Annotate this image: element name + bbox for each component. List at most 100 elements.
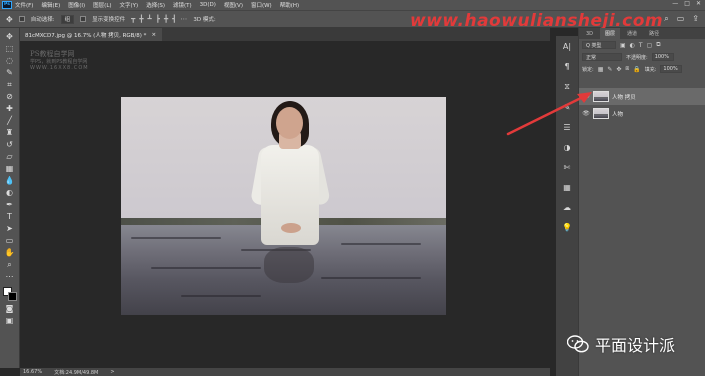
document-tab[interactable]: 81cMXCD7.jpg @ 16.7% (人物 拷贝, RGB/8) * × xyxy=(20,28,163,41)
eraser-tool-icon[interactable]: ▱ xyxy=(4,152,16,161)
libraries-panel-icon[interactable]: ☁ xyxy=(563,203,571,212)
menu-view[interactable]: 视图(V) xyxy=(224,1,243,9)
gradient-tool-icon[interactable]: ▦ xyxy=(4,164,16,173)
eye-icon[interactable]: 👁 xyxy=(582,110,590,117)
type-tool-icon[interactable]: T xyxy=(4,212,16,221)
auto-select-dropdown[interactable]: 组 xyxy=(60,14,75,24)
brush-tool-icon[interactable]: ╱ xyxy=(4,116,16,125)
align-top-icon[interactable]: ┳ xyxy=(131,15,135,23)
lock-move-icon[interactable]: ✥ xyxy=(616,66,621,73)
adjustments-panel-icon[interactable]: ◑ xyxy=(564,143,571,152)
menu-image[interactable]: 图像(I) xyxy=(68,1,85,9)
show-transform-checkbox[interactable] xyxy=(80,16,87,22)
layer-row[interactable]: 👁 人物 xyxy=(579,105,705,122)
eyedropper-tool-icon[interactable]: ⊘ xyxy=(4,92,16,101)
distribute-icon[interactable]: ⋯ xyxy=(180,15,187,23)
blend-row: 正常 不透明度: 100% xyxy=(579,51,705,63)
path-select-tool-icon[interactable]: ➤ xyxy=(4,224,16,233)
swatches-panel-icon[interactable]: ▦ xyxy=(563,183,571,192)
menu-3d[interactable]: 3D(D) xyxy=(200,2,216,8)
menu-select[interactable]: 选择(S) xyxy=(146,1,165,9)
tool-presets-icon[interactable]: ✄ xyxy=(564,163,571,172)
align-vcenter-icon[interactable]: ╋ xyxy=(139,15,143,23)
lasso-tool-icon[interactable]: ◌ xyxy=(4,56,16,65)
marquee-tool-icon[interactable]: ⬚ xyxy=(4,44,16,53)
menu-file[interactable]: 文件(F) xyxy=(15,1,33,9)
fill-input[interactable]: 100% xyxy=(660,65,683,73)
layer-kind-filter[interactable]: Q 类型 xyxy=(582,41,616,49)
text-filter-icon[interactable]: T xyxy=(639,42,643,49)
lock-artboard-icon[interactable]: ⧈ xyxy=(625,65,629,73)
layer-name: 人物 拷贝 xyxy=(612,94,636,101)
status-bar: 16.67% 文档:24.9M/49.8M > xyxy=(20,368,550,376)
history-panel-icon[interactable]: ⧖ xyxy=(564,82,570,92)
blur-tool-icon[interactable]: 💧 xyxy=(4,176,16,185)
align-bottom-icon[interactable]: ┻ xyxy=(148,15,152,23)
screen-mode-icon[interactable]: ▣ xyxy=(4,316,16,325)
filter-row: Q 类型 ▣ ◐ T ▢ ⧉ xyxy=(579,39,705,51)
shape-tool-icon[interactable]: ▭ xyxy=(4,236,16,245)
pen-tool-icon[interactable]: ✒ xyxy=(4,200,16,209)
share-icon[interactable]: ⇪ xyxy=(692,14,699,24)
menu-window[interactable]: 窗口(W) xyxy=(251,1,272,9)
properties-panel-icon[interactable]: ☰ xyxy=(563,123,570,132)
layer-thumbnail xyxy=(593,91,609,102)
menu-type[interactable]: 文字(Y) xyxy=(120,1,139,9)
hand-tool-icon[interactable]: ✋ xyxy=(4,248,16,257)
smart-object-filter-icon[interactable]: ⧉ xyxy=(656,41,660,49)
zoom-tool-icon[interactable]: ⌕ xyxy=(4,260,16,269)
quick-mask-icon[interactable]: ◙ xyxy=(4,304,16,313)
align-right-icon[interactable]: ┫ xyxy=(172,15,176,23)
lock-pixels-icon[interactable]: ▦ xyxy=(598,66,604,73)
align-left-icon[interactable]: ┣ xyxy=(156,15,160,23)
character-panel-icon[interactable]: A| xyxy=(563,42,571,51)
document-image[interactable] xyxy=(121,97,446,315)
eye-icon[interactable]: 👁 xyxy=(582,93,590,100)
menu-edit[interactable]: 编辑(E) xyxy=(41,1,60,9)
history-brush-tool-icon[interactable]: ↺ xyxy=(4,140,16,149)
lock-all-icon[interactable]: 🔒 xyxy=(633,66,640,73)
menu-layer[interactable]: 图层(L) xyxy=(93,1,111,9)
tab-channels[interactable]: 通道 xyxy=(622,28,642,39)
maximize-button[interactable]: □ xyxy=(684,0,690,7)
quick-select-tool-icon[interactable]: ✎ xyxy=(4,68,16,77)
move-tool-icon[interactable]: ✥ xyxy=(4,32,16,41)
more-tools-icon[interactable]: ⋯ xyxy=(4,272,16,281)
opacity-input[interactable]: 100% xyxy=(651,53,674,61)
move-tool-icon[interactable]: ✥ xyxy=(6,15,13,24)
pixel-filter-icon[interactable]: ▣ xyxy=(620,42,626,49)
adjustment-filter-icon[interactable]: ◐ xyxy=(630,42,635,49)
clone-stamp-tool-icon[interactable]: ♜ xyxy=(4,128,16,137)
panel-tab-strip: 3D 图层 通道 路径 xyxy=(579,28,705,39)
zoom-level[interactable]: 16.67% xyxy=(23,369,42,375)
lock-row: 锁定: ▦ ✎ ✥ ⧈ 🔒 填充: 100% xyxy=(579,63,705,75)
tab-paths[interactable]: 路径 xyxy=(644,28,664,39)
healing-brush-tool-icon[interactable]: ✚ xyxy=(4,104,16,113)
close-window-button[interactable]: ✕ xyxy=(696,0,701,7)
dodge-tool-icon[interactable]: ◐ xyxy=(4,188,16,197)
workspace-icon[interactable]: ▭ xyxy=(677,14,685,24)
color-swatches[interactable] xyxy=(2,287,17,301)
shape-filter-icon[interactable]: ▢ xyxy=(647,42,653,49)
crop-tool-icon[interactable]: ⌗ xyxy=(4,80,16,89)
blend-mode-dropdown[interactable]: 正常 xyxy=(582,53,622,61)
background-color-swatch[interactable] xyxy=(7,292,17,301)
align-hcenter-icon[interactable]: ╋ xyxy=(164,15,168,23)
menu-help[interactable]: 帮助(H) xyxy=(280,1,299,9)
minimize-button[interactable]: — xyxy=(672,0,678,7)
paragraph-panel-icon[interactable]: ¶ xyxy=(564,62,569,71)
align-buttons: ┳ ╋ ┻ ┣ ╋ ┫ ⋯ xyxy=(131,15,187,23)
tab-3d[interactable]: 3D xyxy=(581,29,598,39)
status-menu-arrow[interactable]: > xyxy=(110,369,114,375)
tutorial-watermark-url: WWW.16XX8.COM xyxy=(30,65,89,71)
tab-layers[interactable]: 图层 xyxy=(600,28,621,39)
lightbulb-icon[interactable]: 💡 xyxy=(562,223,572,232)
layer-row-selected[interactable]: 👁 人物 拷贝 xyxy=(579,88,705,105)
menu-filter[interactable]: 滤镜(T) xyxy=(173,1,192,9)
auto-select-checkbox[interactable] xyxy=(18,16,25,22)
search-icon[interactable]: ⌕ xyxy=(664,14,668,24)
brush-panel-icon[interactable]: ✎ xyxy=(564,103,571,112)
close-tab-icon[interactable]: × xyxy=(151,32,156,38)
lock-paint-icon[interactable]: ✎ xyxy=(607,66,612,73)
canvas-area[interactable]: PS教程自学网 学PS，就到PS教程自学网 WWW.16XX8.COM xyxy=(20,41,550,368)
